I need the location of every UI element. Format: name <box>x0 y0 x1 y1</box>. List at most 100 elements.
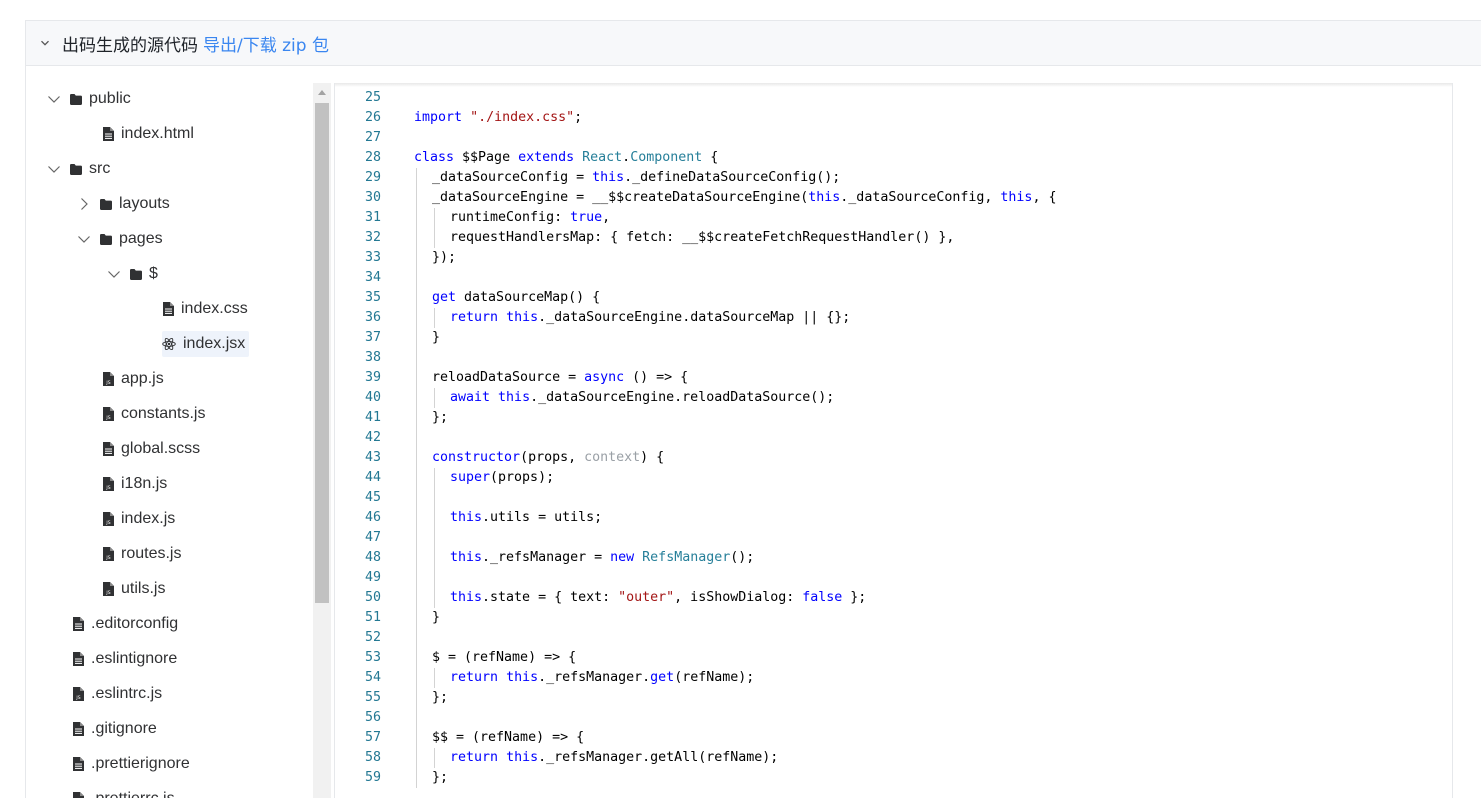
code-token: ._dataSourceEngine.dataSourceMap || {}; <box>538 310 851 325</box>
tree-item[interactable]: .gitignore <box>72 716 157 742</box>
js-file-icon: JS <box>72 792 84 798</box>
code-line: 36 return this._dataSourceEngine.dataSour… <box>335 308 1452 328</box>
indent-guide <box>434 208 435 228</box>
tree-item[interactable]: global.scss <box>102 436 200 462</box>
indent-guide <box>416 428 417 448</box>
code-line: 59}; <box>335 768 1452 788</box>
chevron-down-icon[interactable] <box>76 231 92 247</box>
code-token: this <box>450 510 483 525</box>
tree-item-label: global.scss <box>121 440 201 457</box>
tree-item[interactable]: $ <box>106 261 158 287</box>
tree-item[interactable]: index.jsx <box>162 331 250 357</box>
line-number: 45 <box>364 490 381 505</box>
indent-guide <box>416 488 417 508</box>
code-token: (); <box>730 550 755 565</box>
code-line: 46 this.utils = utils; <box>335 508 1452 528</box>
tree-item[interactable]: JS .prettierrc.js <box>72 786 175 798</box>
line-number: 36 <box>364 310 381 325</box>
js-file-icon: JS <box>102 372 114 386</box>
scroll-up-arrow-icon[interactable] <box>313 83 331 101</box>
code-line: 26 import "./index.css"; <box>335 108 1452 128</box>
tree-item[interactable]: JS i18n.js <box>102 471 167 497</box>
indent-guide <box>434 388 435 408</box>
line-number: 40 <box>364 390 381 405</box>
tree-item[interactable]: JS constants.js <box>102 401 205 427</box>
tree-item-label: src <box>89 160 111 177</box>
code-line: 30 _dataSourceEngine = __$$createDataSour… <box>335 188 1452 208</box>
code-token: extends <box>518 150 575 165</box>
code-token: RefsManager <box>642 550 731 565</box>
tree-item[interactable]: JS utils.js <box>102 576 165 602</box>
code-token: ; <box>574 110 583 125</box>
tree-item[interactable]: src <box>46 156 110 182</box>
code-token: , <box>602 210 611 225</box>
indent-guide <box>416 288 417 308</box>
code-line: 51} <box>335 608 1452 628</box>
indent-guide <box>416 448 417 468</box>
export-zip-link[interactable]: 导出/下载 zip 包 <box>203 31 329 56</box>
code-token: }; <box>432 410 449 425</box>
indent-guide <box>434 748 435 768</box>
tree-item[interactable]: .prettierignore <box>72 751 190 777</box>
code-token: return <box>450 310 499 325</box>
indent-guide <box>434 548 435 568</box>
code-token: reloadDataSource = <box>432 370 585 385</box>
code-text: get dataSourceMap() { <box>432 288 600 308</box>
indent-guide <box>434 668 435 688</box>
tree-item[interactable]: public <box>46 86 131 112</box>
code-text: }; <box>432 768 448 788</box>
chevron-down-icon[interactable] <box>40 38 50 48</box>
code-line: 45 <box>335 488 1452 508</box>
tree-item[interactable]: JS .eslintrc.js <box>72 681 162 707</box>
code-text: }; <box>432 688 448 708</box>
code-line: 43 constructor(props, context) { <box>335 448 1452 468</box>
svg-text:JS: JS <box>105 415 110 421</box>
code-text: requestHandlersMap: { fetch: __$$createF… <box>450 228 954 248</box>
scrollbar-thumb[interactable] <box>315 103 329 603</box>
tree-item-label: index.html <box>121 125 194 142</box>
code-token: true <box>570 210 603 225</box>
code-token: "./index.css" <box>470 110 575 125</box>
chevron-right-icon[interactable] <box>76 196 92 212</box>
indent-guide <box>416 548 417 568</box>
chevron-down-icon[interactable] <box>106 266 122 282</box>
line-number: 25 <box>364 90 381 105</box>
indent-guide <box>416 568 417 588</box>
code-text: _dataSourceEngine = __$$createDataSource… <box>432 188 1056 208</box>
tree-item[interactable]: pages <box>76 226 163 252</box>
code-token: ._dataSourceEngine.reloadDataSource(); <box>530 390 835 405</box>
code-editor[interactable]: 25 26 import "./index.css"; 27 28 class $$Pag… <box>334 83 1453 798</box>
tree-item[interactable]: .editorconfig <box>72 611 178 637</box>
tree-item[interactable]: JS index.js <box>102 506 175 532</box>
tree-item[interactable]: JS app.js <box>102 366 164 392</box>
line-number: 56 <box>364 710 381 725</box>
indent-guide <box>434 588 435 608</box>
tree-item[interactable]: JS routes.js <box>102 541 181 567</box>
tree-item[interactable]: index.css <box>162 296 248 322</box>
tree-scrollbar[interactable] <box>313 83 331 798</box>
tree-item-label: routes.js <box>121 545 182 562</box>
tree-item[interactable]: index.html <box>102 121 194 147</box>
code-token: (props); <box>490 470 555 485</box>
code-text: } <box>432 328 440 348</box>
chevron-down-icon[interactable] <box>46 91 62 107</box>
tree-item-label: .prettierignore <box>91 755 190 772</box>
code-line: 27 <box>335 128 1452 148</box>
code-token: { <box>702 150 719 165</box>
code-token: this <box>592 170 625 185</box>
tree-item[interactable]: layouts <box>76 191 170 217</box>
tree-item[interactable]: .eslintignore <box>72 646 177 672</box>
line-number: 44 <box>364 470 381 485</box>
code-token: this <box>450 590 483 605</box>
indent-guide <box>416 708 417 728</box>
indent-guide <box>416 208 417 228</box>
line-number: 47 <box>364 530 381 545</box>
code-token: } <box>432 330 441 345</box>
code-token: false <box>802 590 843 605</box>
panel-header[interactable]: 出码生成的源代码 导出/下载 zip 包 <box>26 21 1481 66</box>
chevron-down-icon[interactable] <box>46 161 62 177</box>
